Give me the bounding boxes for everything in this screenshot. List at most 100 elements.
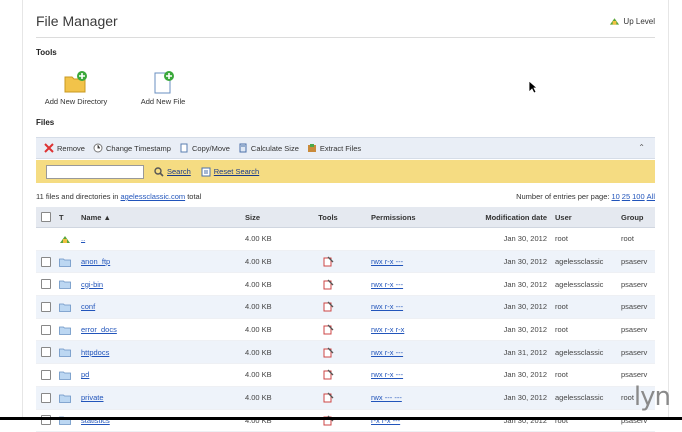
row-user: agelessclassic <box>555 272 621 297</box>
change-timestamp-button[interactable]: Change Timestamp <box>93 143 171 153</box>
calculate-size-label: Calculate Size <box>250 143 299 153</box>
files-table: T Name ▲ Size Tools Permissions Modifica… <box>36 207 655 432</box>
reset-search-label: Reset Search <box>213 167 260 176</box>
table-row[interactable]: error_docs 4.00 KB rwx r-x r-x Jan 30, 2012… <box>36 318 655 342</box>
row-type-cell <box>59 409 81 432</box>
row-modified: Jan 30, 2012 <box>455 409 555 432</box>
copy-move-button[interactable]: Copy/Move <box>179 143 230 153</box>
file-name-link[interactable]: error_docs <box>81 325 117 334</box>
watermark: lyn <box>633 382 671 412</box>
table-row[interactable]: pd 4.00 KB rwx r-x --- Jan 30, 2012 root psas… <box>36 363 655 387</box>
row-tools-cell <box>285 386 371 410</box>
col-group[interactable]: Group <box>621 207 655 228</box>
row-checkbox[interactable] <box>41 256 51 267</box>
permissions-link[interactable]: rwx r-x r-x <box>371 325 404 334</box>
permissions-link[interactable]: rwx --- --- <box>371 393 402 402</box>
table-row[interactable]: private 4.00 KB rwx --- --- Jan 30, 2012 age… <box>36 386 655 410</box>
edit-tools-icon[interactable] <box>323 301 334 312</box>
row-checkbox[interactable] <box>41 301 51 312</box>
file-name-link[interactable]: httpdocs <box>81 348 109 357</box>
domain-link[interactable]: agelessclassic.com <box>121 192 186 201</box>
folder-icon[interactable] <box>59 257 71 267</box>
row-tools-cell <box>285 318 371 342</box>
row-type-cell <box>59 272 81 297</box>
permissions-link[interactable]: rwx r-x --- <box>371 280 403 289</box>
col-tools: Tools <box>285 207 371 228</box>
file-name-link[interactable]: conf <box>81 302 95 311</box>
row-type-cell <box>59 386 81 410</box>
title-divider <box>36 37 655 38</box>
row-select-cell <box>36 340 59 365</box>
row-checkbox[interactable] <box>41 324 51 335</box>
per-page-25[interactable]: 25 <box>622 192 630 201</box>
collapse-chevron-icon[interactable]: ⌃ <box>638 143 645 152</box>
row-checkbox[interactable] <box>41 369 51 380</box>
add-new-directory-button[interactable]: Add New Directory <box>36 70 116 106</box>
row-user: root <box>555 318 621 342</box>
col-name[interactable]: Name ▲ <box>81 207 245 228</box>
row-name-cell: cgi-bin <box>81 272 245 297</box>
search-input[interactable] <box>46 164 144 179</box>
row-checkbox[interactable] <box>41 279 51 290</box>
reset-search-button[interactable]: Reset Search <box>201 167 259 177</box>
extract-files-button[interactable]: Extract Files <box>307 143 361 153</box>
col-modification-date[interactable]: Modification date <box>455 207 555 228</box>
add-new-file-button[interactable]: Add New File <box>123 70 203 106</box>
row-checkbox[interactable] <box>41 347 51 358</box>
up-folder-icon[interactable] <box>59 234 71 244</box>
edit-tools-icon[interactable] <box>323 324 334 335</box>
up-level-button[interactable]: Up Level <box>609 16 655 26</box>
row-select-cell <box>36 409 59 432</box>
file-name-link[interactable]: private <box>81 393 104 402</box>
folder-icon[interactable] <box>59 279 71 290</box>
folder-icon[interactable] <box>59 347 71 358</box>
file-name-link[interactable]: .. <box>81 234 85 243</box>
timestamp-icon <box>93 143 103 153</box>
row-permissions-cell <box>371 227 455 251</box>
edit-tools-icon[interactable] <box>323 347 334 358</box>
folder-icon[interactable] <box>59 302 71 312</box>
calculate-size-button[interactable]: Calculate Size <box>238 143 299 153</box>
edit-tools-icon[interactable] <box>323 256 334 267</box>
folder-icon[interactable] <box>59 393 71 403</box>
permissions-link[interactable]: rwx r-x --- <box>371 257 403 266</box>
permissions-link[interactable]: rwx r-x --- <box>371 370 403 379</box>
select-all-checkbox[interactable] <box>41 212 51 222</box>
edit-tools-icon[interactable] <box>323 369 334 380</box>
permissions-link[interactable]: rwx r-x --- <box>371 348 403 357</box>
table-row[interactable]: statistics 4.00 KB r-x r-x --- Jan 30, 2012… <box>36 409 655 432</box>
col-user[interactable]: User <box>555 207 621 228</box>
per-page-100[interactable]: 100 <box>632 192 645 201</box>
search-bar: Search Reset Search <box>36 160 655 183</box>
copy-move-label: Copy/Move <box>191 143 230 153</box>
table-row[interactable]: anon_ftp 4.00 KB rwx r-x --- Jan 30, 2012 ag… <box>36 250 655 274</box>
table-row[interactable]: .. 4.00 KB Jan 30, 2012 root root <box>36 227 655 251</box>
row-tools-cell <box>285 409 371 432</box>
select-all-cell <box>36 207 59 228</box>
remove-button[interactable]: Remove <box>44 143 85 153</box>
permissions-link[interactable]: rwx r-x --- <box>371 302 403 311</box>
row-select-cell <box>36 272 59 297</box>
col-permissions[interactable]: Permissions <box>371 207 455 228</box>
folder-icon[interactable] <box>59 370 71 380</box>
file-manager-panel: File Manager Up Level Tools Add New Dire… <box>22 0 671 432</box>
row-user: agelessclassic <box>555 386 621 410</box>
summary-prefix: 11 files and directories in <box>36 192 119 201</box>
table-row[interactable]: conf 4.00 KB rwx r-x --- Jan 30, 2012 root ps… <box>36 295 655 319</box>
folder-icon[interactable] <box>59 325 71 335</box>
edit-tools-icon[interactable] <box>323 392 334 403</box>
row-permissions-cell: rwx r-x r-x <box>371 318 455 342</box>
row-type-cell <box>59 250 81 274</box>
row-name-cell: private <box>81 386 245 410</box>
col-size[interactable]: Size <box>245 207 285 228</box>
table-row[interactable]: cgi-bin 4.00 KB rwx r-x --- Jan 30, 2012 age… <box>36 272 655 297</box>
table-row[interactable]: httpdocs 4.00 KB rwx r-x --- Jan 31, 2012 ag… <box>36 340 655 365</box>
file-name-link[interactable]: anon_ftp <box>81 257 110 266</box>
edit-tools-icon[interactable] <box>323 279 334 290</box>
file-name-link[interactable]: cgi-bin <box>81 280 103 289</box>
search-button[interactable]: Search <box>154 166 191 177</box>
per-page-10[interactable]: 10 <box>611 192 619 201</box>
per-page-all[interactable]: All <box>647 192 655 201</box>
row-checkbox[interactable] <box>41 392 51 403</box>
file-name-link[interactable]: pd <box>81 370 89 379</box>
